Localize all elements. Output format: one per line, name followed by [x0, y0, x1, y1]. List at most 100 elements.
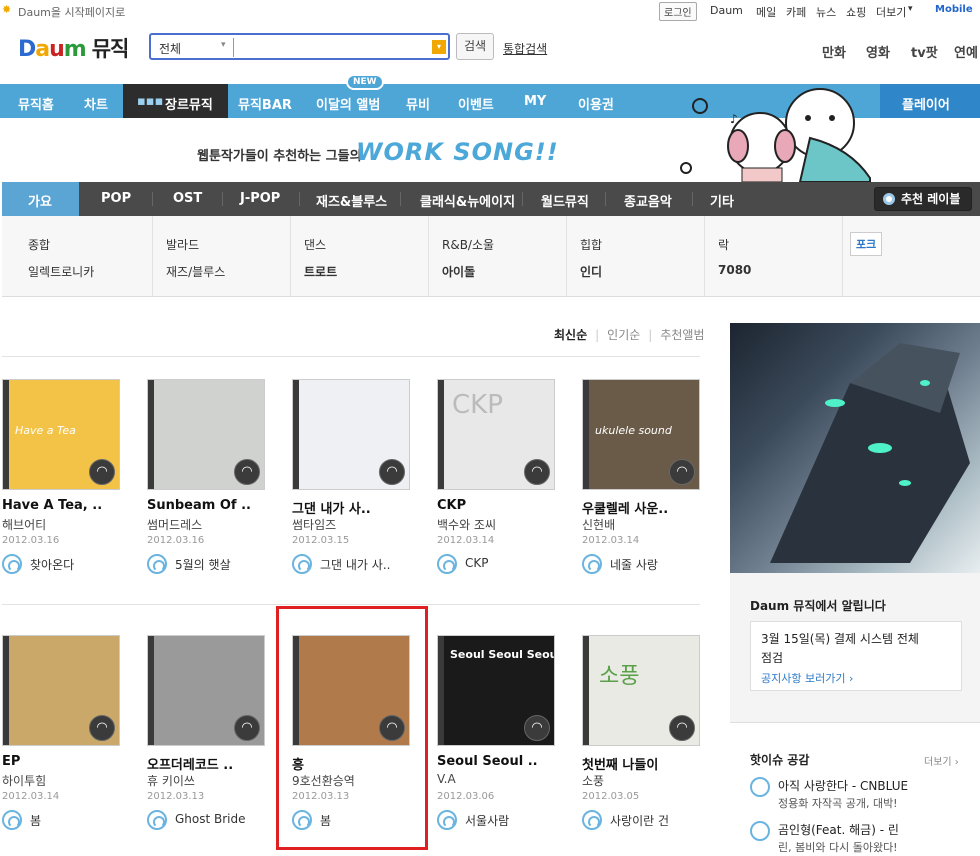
headphone-icon[interactable]: [292, 554, 312, 574]
headphone-icon[interactable]: ◠: [379, 459, 405, 485]
genre-tab-etc[interactable]: 기타: [710, 191, 734, 210]
headphone-icon[interactable]: [2, 554, 22, 574]
top-link-mail[interactable]: 메일: [756, 4, 776, 20]
headphone-icon[interactable]: ◠: [234, 459, 260, 485]
album-song[interactable]: Ghost Bride: [175, 812, 246, 826]
album-cover[interactable]: ukulele sound ◠: [582, 379, 700, 490]
start-page-link[interactable]: Daum을 시작페이지로: [18, 4, 125, 20]
hot-issue-more-link[interactable]: 더보기 ›: [924, 753, 959, 768]
notice-link[interactable]: 공지사항 보러가기 ›: [761, 670, 853, 686]
genre-tab-pop[interactable]: POP: [101, 191, 131, 206]
subgenre-7080[interactable]: 7080: [718, 263, 751, 277]
subgenre-folk[interactable]: 포크: [850, 232, 883, 256]
album-cover[interactable]: 소풍 ◠: [582, 635, 700, 746]
album-title[interactable]: 첫번째 나들이: [582, 754, 658, 773]
sort-popular[interactable]: 인기순: [607, 328, 640, 342]
subgenre-ballad[interactable]: 발라드: [166, 236, 199, 253]
headphone-icon[interactable]: ◠: [234, 715, 260, 741]
subgenre-all[interactable]: 종합: [28, 236, 50, 253]
headphone-icon[interactable]: ◠: [669, 459, 695, 485]
album-cover[interactable]: Have a Tea ◠: [2, 379, 120, 490]
sort-recommended[interactable]: 추천앨범: [660, 328, 704, 342]
nav-item-my[interactable]: MY: [524, 94, 546, 109]
album-cover[interactable]: Seoul Seoul Seoul ◠: [437, 635, 555, 746]
search-category-select[interactable]: 전체: [159, 40, 181, 57]
subgenre-hiphop[interactable]: 힙합: [580, 236, 602, 253]
nav-item-music-bar[interactable]: 뮤직BAR: [238, 94, 292, 113]
nav-item-genre[interactable]: 장르뮤직: [165, 94, 213, 113]
album-artist[interactable]: 신현배: [582, 516, 615, 533]
genre-tab-jpop[interactable]: J-POP: [240, 191, 280, 206]
subgenre-rock[interactable]: 락: [718, 236, 729, 253]
headphone-icon[interactable]: [437, 554, 457, 574]
top-link-daum[interactable]: Daum: [710, 4, 743, 17]
album-title[interactable]: 오프더레코드 ..: [147, 754, 233, 773]
header-link-tvpot[interactable]: tv팟: [911, 42, 938, 61]
album-title[interactable]: 우쿨렐레 사운..: [582, 498, 668, 517]
subgenre-trot[interactable]: 트로트: [304, 263, 337, 280]
top-link-more[interactable]: 더보기: [876, 4, 906, 20]
sort-latest[interactable]: 최신순: [554, 328, 587, 342]
album-artist[interactable]: 썸머드레스: [147, 516, 202, 533]
album-song[interactable]: 봄: [30, 812, 41, 829]
genre-tab-jazz-blues[interactable]: 재즈&블루스: [316, 191, 387, 210]
headphone-icon[interactable]: ◠: [524, 459, 550, 485]
headphone-icon[interactable]: ◠: [89, 715, 115, 741]
album-song[interactable]: 5월의 햇살: [175, 556, 231, 573]
nav-item-monthly-album[interactable]: 이달의 앨범: [316, 94, 380, 113]
nav-item-event[interactable]: 이벤트: [458, 94, 494, 113]
album-song[interactable]: 찾아온다: [30, 556, 74, 573]
genre-tab-world[interactable]: 월드뮤직: [541, 191, 589, 210]
album-artist[interactable]: 백수와 조씨: [437, 516, 496, 533]
subgenre-dance[interactable]: 댄스: [304, 236, 326, 253]
nav-item-music-home[interactable]: 뮤직홈: [18, 94, 54, 113]
album-title[interactable]: 그댄 내가 사..: [292, 498, 371, 517]
promo-banner[interactable]: 웹툰작가들이 추천하는 그들의 WORK SONG!! ♪: [0, 88, 980, 182]
album-artist[interactable]: 하이투힘: [2, 772, 46, 789]
search-input[interactable]: [233, 38, 423, 57]
album-cover[interactable]: ◠: [2, 635, 120, 746]
genre-tab-ost[interactable]: OST: [173, 191, 202, 206]
headphone-icon[interactable]: [437, 810, 457, 830]
subgenre-jazz-blues[interactable]: 재즈/블루스: [166, 263, 225, 280]
genre-tab-religious[interactable]: 종교음악: [624, 191, 672, 210]
album-title[interactable]: Seoul Seoul ..: [437, 754, 538, 769]
header-link-cartoon[interactable]: 만화: [822, 42, 846, 61]
nav-item-chart[interactable]: 차트: [84, 94, 108, 113]
album-title[interactable]: EP: [2, 754, 20, 769]
headphone-icon[interactable]: [2, 810, 22, 830]
genre-tab-kpop[interactable]: 가요: [28, 191, 52, 210]
search-button[interactable]: 검색: [456, 33, 494, 60]
recommended-label-button[interactable]: 추천 레이블: [874, 187, 972, 211]
unified-search-link[interactable]: 통합검색: [503, 40, 547, 57]
subgenre-electronica[interactable]: 일렉트로니카: [28, 263, 94, 280]
subgenre-indie[interactable]: 인디: [580, 263, 602, 280]
headphone-icon[interactable]: [582, 810, 602, 830]
nav-item-pass[interactable]: 이용권: [578, 94, 614, 113]
album-artist[interactable]: 소풍: [582, 772, 604, 789]
subgenre-idol[interactable]: 아이돌: [442, 263, 475, 280]
top-link-cafe[interactable]: 카페: [786, 4, 806, 20]
headphone-icon[interactable]: ◠: [89, 459, 115, 485]
headphone-icon[interactable]: [147, 554, 167, 574]
header-link-entertainment[interactable]: 연예: [954, 42, 978, 61]
hot-issue-item-title[interactable]: 곰인형(Feat. 해금) - 린: [778, 821, 899, 838]
sidebar-ad-image[interactable]: [730, 323, 980, 573]
album-artist[interactable]: 해브어티: [2, 516, 46, 533]
subgenre-rnb-soul[interactable]: R&B/소울: [442, 236, 494, 253]
album-artist[interactable]: V.A: [437, 772, 456, 786]
top-link-shopping[interactable]: 쇼핑: [846, 4, 866, 20]
daum-music-logo[interactable]: Daum 뮤직: [18, 33, 129, 63]
headphone-icon[interactable]: [582, 554, 602, 574]
album-cover[interactable]: CKP ◠: [437, 379, 555, 490]
album-title[interactable]: Have A Tea, ..: [2, 498, 102, 513]
album-song[interactable]: 서울사람: [465, 812, 509, 829]
album-cover[interactable]: ◠: [147, 635, 265, 746]
login-button[interactable]: 로그인: [659, 2, 697, 21]
album-cover[interactable]: ◠: [147, 379, 265, 490]
headphone-icon[interactable]: [750, 821, 770, 841]
nav-item-mv[interactable]: 뮤비: [406, 94, 430, 113]
mobile-link[interactable]: Mobile: [935, 4, 973, 15]
album-title[interactable]: CKP: [437, 498, 466, 513]
top-link-news[interactable]: 뉴스: [816, 4, 836, 20]
